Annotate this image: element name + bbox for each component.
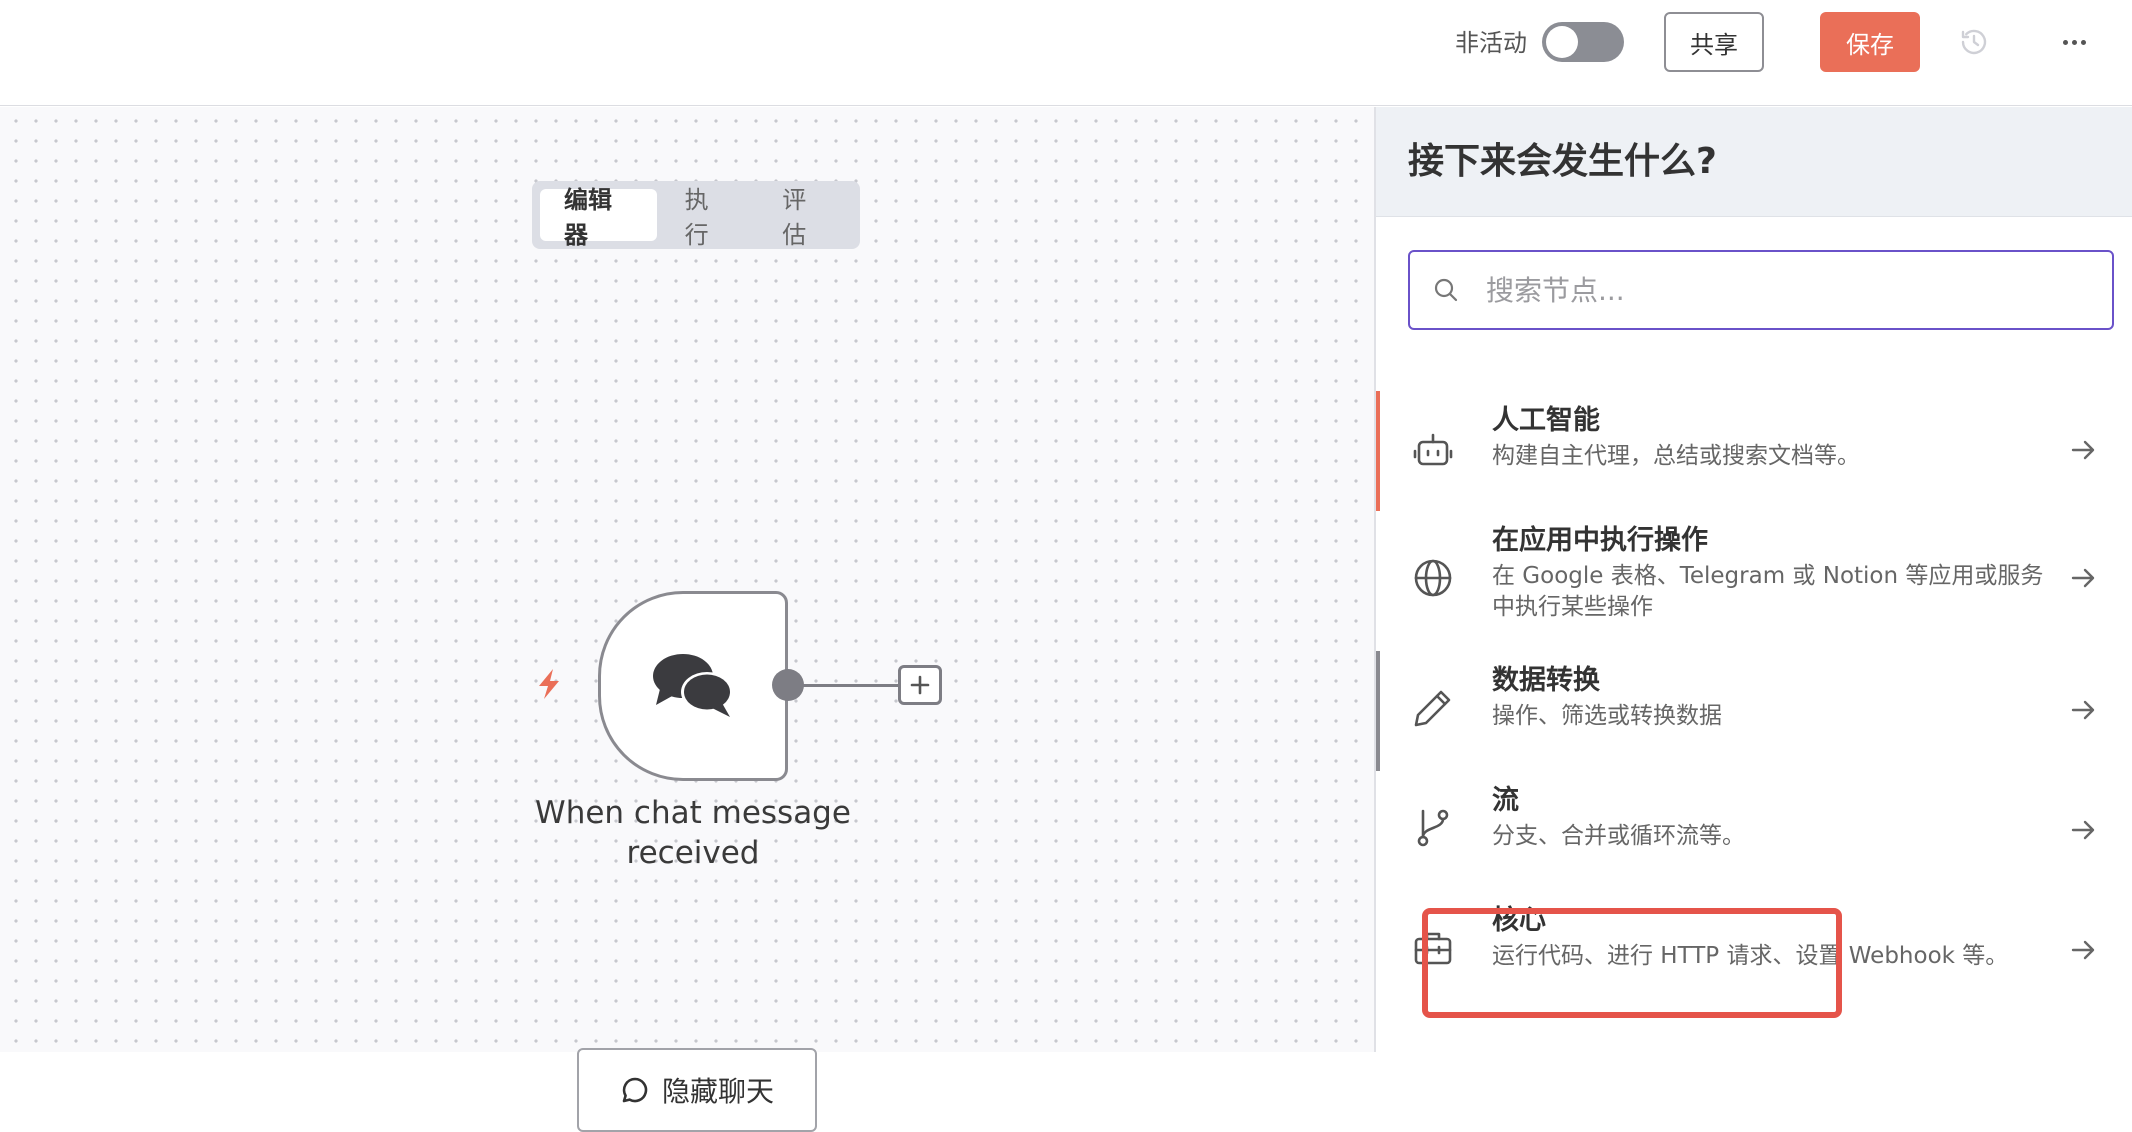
category-description: 分支、合并或循环流等。 (1492, 823, 1745, 849)
category-description: 运行代码、进行 HTTP 请求、设置 Webhook 等。 (1492, 943, 2009, 969)
active-toggle[interactable] (1542, 22, 1624, 62)
arrow-right-icon (2071, 700, 2095, 720)
search-icon (1434, 278, 1458, 302)
hide-chat-label: 隐藏聊天 (661, 1075, 774, 1108)
history-icon[interactable] (1958, 26, 1990, 58)
arrow-right-icon (2071, 568, 2095, 588)
chat-trigger-node[interactable] (598, 591, 788, 781)
chat-bubbles-icon (653, 654, 733, 717)
hide-chat-button[interactable]: 隐藏聊天 (577, 1048, 817, 1132)
category-title: 流 (1492, 785, 1519, 816)
chat-bubble-icon (622, 1077, 648, 1103)
category-flow[interactable]: 流 分支、合并或循环流等。 (1376, 771, 2132, 891)
category-description: 操作、筛选或转换数据 (1492, 703, 1722, 729)
node-label-line1: When chat message (535, 795, 851, 831)
category-title: 数据转换 (1492, 665, 1600, 696)
trigger-bolt-icon (539, 669, 559, 699)
category-title: 人工智能 (1492, 405, 1600, 436)
panel-title: 接下来会发生什么? (1408, 141, 1717, 182)
pencil-icon (1414, 690, 1451, 727)
save-button[interactable]: 保存 (1820, 12, 1920, 72)
plus-icon (910, 675, 930, 695)
branch-icon (1417, 809, 1449, 847)
globe-icon (1414, 559, 1452, 597)
robot-icon (1413, 433, 1453, 466)
category-ai[interactable]: 人工智能 构建自主代理，总结或搜索文档等。 (1376, 391, 2132, 511)
more-options-icon[interactable] (2058, 26, 2090, 58)
toolbox-icon (1414, 932, 1452, 965)
add-node-button[interactable] (898, 665, 942, 705)
category-description: 在 Google 表格、Telegram 或 Notion 等应用或服务中执行某… (1492, 563, 2044, 620)
search-box[interactable] (1408, 250, 2114, 330)
arrow-right-icon (2071, 940, 2095, 960)
arrow-right-icon (2071, 440, 2095, 460)
share-button[interactable]: 共享 (1664, 12, 1764, 72)
tab-editor[interactable]: 编辑器 (540, 186, 657, 249)
workflow-status-label: 非活动 (1455, 29, 1527, 57)
node-connector-line (800, 684, 900, 687)
category-title: 核心 (1492, 905, 1546, 936)
toggle-knob (1546, 26, 1578, 58)
hover-indicator (1376, 651, 1380, 771)
top-bar: 非活动 共享 保存 (0, 0, 2132, 106)
category-core[interactable]: 核心 运行代码、进行 HTTP 请求、设置 Webhook 等。 (1376, 891, 2132, 1011)
node-creator-panel: 接下来会发生什么? 人工智能 构建自主代理，总结或搜索文档等。 在应 (1374, 107, 2132, 1052)
workflow-canvas[interactable]: 编辑器 执行 评估 When chat message received 隐藏聊… (0, 107, 1374, 1132)
category-data-transformation[interactable]: 数据转换 操作、筛选或转换数据 (1376, 651, 2132, 771)
node-label-line2: received (626, 835, 760, 871)
view-tabs: 编辑器 执行 评估 (532, 181, 860, 249)
search-input[interactable] (1486, 273, 2112, 307)
category-description: 构建自主代理，总结或搜索文档等。 (1492, 443, 1860, 469)
category-list: 人工智能 构建自主代理，总结或搜索文档等。 在应用中执行操作 在 Google … (1376, 391, 2132, 1011)
node-label: When chat message received (520, 793, 866, 873)
selected-indicator (1376, 391, 1380, 511)
category-app-actions[interactable]: 在应用中执行操作 在 Google 表格、Telegram 或 Notion 等… (1376, 511, 2132, 651)
panel-header: 接下来会发生什么? (1376, 107, 2132, 217)
category-title: 在应用中执行操作 (1492, 525, 1708, 556)
tab-evaluations[interactable]: 评估 (758, 186, 852, 249)
tab-executions[interactable]: 执行 (661, 186, 755, 249)
arrow-right-icon (2071, 820, 2095, 840)
